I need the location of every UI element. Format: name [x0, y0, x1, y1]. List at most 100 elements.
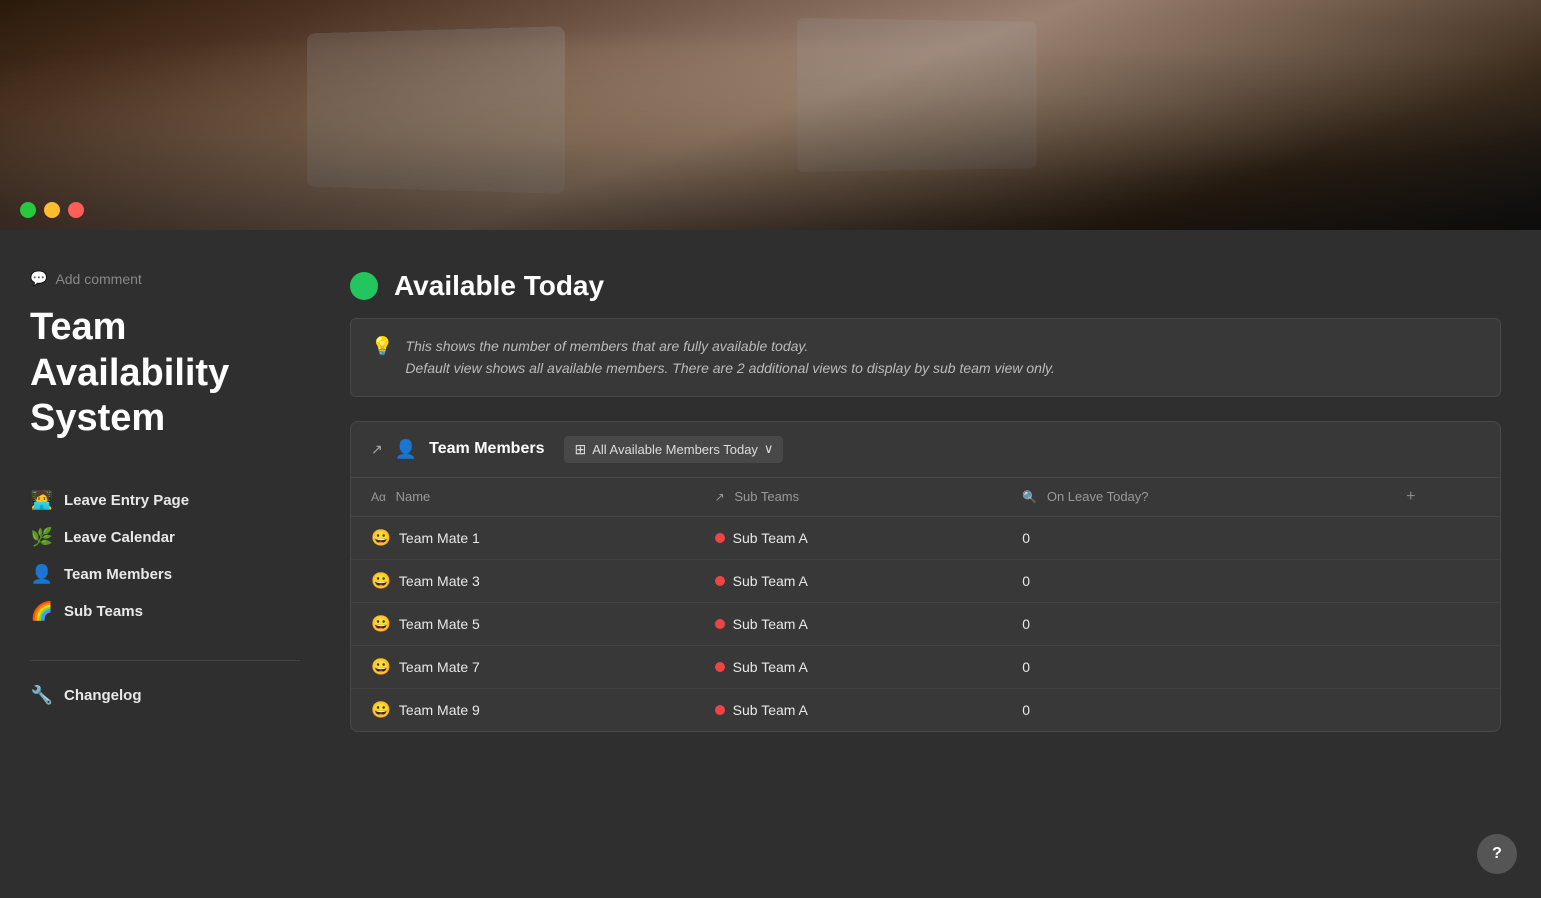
add-comment-label: Add comment [55, 271, 141, 287]
help-label: ? [1492, 845, 1502, 863]
header-image [0, 0, 1541, 230]
on-leave-value-tm9: 0 [1022, 702, 1030, 718]
table-row[interactable]: 😀 Team Mate 9 Sub Team A 0 [351, 688, 1500, 731]
sidebar-item-team-members-label: Team Members [64, 566, 172, 583]
name-emoji-tm7: 😀 [371, 657, 391, 677]
info-box: 💡 This shows the number of members that … [350, 318, 1501, 397]
sidebar-item-changelog[interactable]: 🔧 Changelog [30, 677, 300, 714]
chevron-down-icon: ∨ [764, 441, 774, 457]
main-content: Available Today 💡 This shows the number … [330, 230, 1541, 898]
comment-icon: 💬 [30, 270, 47, 287]
sidebar-item-leave-calendar[interactable]: 🌿 Leave Calendar [30, 519, 300, 556]
page-title: Team Availability System [30, 305, 300, 442]
cell-on-leave-tm3: 0 [1002, 559, 1386, 602]
cell-on-leave-tm5: 0 [1002, 602, 1386, 645]
sidebar-item-sub-teams-label: Sub Teams [64, 603, 143, 620]
subteam-text-tm5: Sub Team A [733, 616, 808, 632]
sidebar-item-team-members[interactable]: 👤 Team Members [30, 556, 300, 593]
subteam-text-tm3: Sub Team A [733, 573, 808, 589]
cell-extra-tm9 [1386, 688, 1500, 731]
sub-teams-icon: 🌈 [30, 601, 54, 622]
cell-name-tm9: 😀 Team Mate 9 [351, 688, 695, 731]
cell-subteam-tm1: Sub Team A [695, 516, 1003, 559]
traffic-light-yellow [44, 202, 60, 218]
nav-section-main: 🧑‍💻 Leave Entry Page 🌿 Leave Calendar 👤 … [30, 482, 300, 630]
col-icon-name: Aα [371, 490, 386, 504]
table-section-header: ↗ 👤 Team Members ⊞ All Available Members… [351, 422, 1500, 478]
table-header-row: Aα Name ↗ Sub Teams 🔍 On Leave Today? [351, 478, 1500, 517]
name-emoji-tm3: 😀 [371, 571, 391, 591]
changelog-icon: 🔧 [30, 685, 54, 706]
cell-extra-tm5 [1386, 602, 1500, 645]
col-icon-on-leave: 🔍 [1022, 490, 1037, 504]
subteam-dot-tm9 [715, 705, 725, 715]
cell-name-tm5: 😀 Team Mate 5 [351, 602, 695, 645]
info-line2: Default view shows all available members… [405, 360, 1055, 376]
cell-name-tm7: 😀 Team Mate 7 [351, 645, 695, 688]
view-selector-dropdown[interactable]: ⊞ All Available Members Today ∨ [564, 436, 783, 463]
table-view-icon: ⊞ [574, 441, 586, 458]
sidebar-item-changelog-label: Changelog [64, 687, 142, 704]
cell-on-leave-tm9: 0 [1002, 688, 1386, 731]
info-text: This shows the number of members that ar… [405, 335, 1055, 380]
col-label-on-leave: On Leave Today? [1047, 489, 1149, 504]
table-row[interactable]: 😀 Team Mate 1 Sub Team A 0 [351, 516, 1500, 559]
col-label-name: Name [396, 489, 431, 504]
name-text-tm1: Team Mate 1 [399, 530, 480, 546]
subteam-dot-tm3 [715, 576, 725, 586]
team-members-section-icon: 👤 [395, 439, 417, 460]
info-line1: This shows the number of members that ar… [405, 338, 808, 354]
name-emoji-tm9: 😀 [371, 700, 391, 720]
name-text-tm3: Team Mate 3 [399, 573, 480, 589]
cell-on-leave-tm7: 0 [1002, 645, 1386, 688]
name-text-tm9: Team Mate 9 [399, 702, 480, 718]
col-header-on-leave: 🔍 On Leave Today? [1002, 478, 1386, 517]
sidebar-item-leave-entry-label: Leave Entry Page [64, 492, 189, 509]
nav-divider [30, 660, 300, 661]
nav-section-secondary: 🔧 Changelog [30, 677, 300, 714]
cell-subteam-tm9: Sub Team A [695, 688, 1003, 731]
cell-subteam-tm5: Sub Team A [695, 602, 1003, 645]
main-wrapper: 💬 Add comment Team Availability System 🧑… [0, 230, 1541, 898]
sidebar-item-leave-calendar-label: Leave Calendar [64, 529, 175, 546]
cell-extra-tm3 [1386, 559, 1500, 602]
available-indicator-dot [350, 272, 378, 300]
add-comment-button[interactable]: 💬 Add comment [30, 270, 300, 287]
on-leave-value-tm3: 0 [1022, 573, 1030, 589]
name-emoji-tm5: 😀 [371, 614, 391, 634]
traffic-lights [20, 202, 84, 218]
table-row[interactable]: 😀 Team Mate 5 Sub Team A 0 [351, 602, 1500, 645]
col-label-sub-teams: Sub Teams [734, 489, 799, 504]
cell-extra-tm7 [1386, 645, 1500, 688]
subteam-dot-tm7 [715, 662, 725, 672]
sidebar-item-leave-entry[interactable]: 🧑‍💻 Leave Entry Page [30, 482, 300, 519]
team-members-nav-icon: 👤 [30, 564, 54, 585]
sidebar-item-sub-teams[interactable]: 🌈 Sub Teams [30, 593, 300, 630]
sidebar: 💬 Add comment Team Availability System 🧑… [0, 230, 330, 898]
expand-icon[interactable]: ↗ [371, 441, 383, 458]
cell-subteam-tm3: Sub Team A [695, 559, 1003, 602]
cell-name-tm1: 😀 Team Mate 1 [351, 516, 695, 559]
subteam-text-tm9: Sub Team A [733, 702, 808, 718]
cell-name-tm3: 😀 Team Mate 3 [351, 559, 695, 602]
cell-extra-tm1 [1386, 516, 1500, 559]
available-today-title: Available Today [394, 270, 604, 302]
col-header-add: + [1386, 478, 1500, 517]
table-row[interactable]: 😀 Team Mate 3 Sub Team A 0 [351, 559, 1500, 602]
leave-calendar-icon: 🌿 [30, 527, 54, 548]
col-header-sub-teams: ↗ Sub Teams [695, 478, 1003, 517]
leave-entry-icon: 🧑‍💻 [30, 490, 54, 511]
on-leave-value-tm7: 0 [1022, 659, 1030, 675]
subteam-dot-tm5 [715, 619, 725, 629]
subteam-text-tm1: Sub Team A [733, 530, 808, 546]
on-leave-value-tm5: 0 [1022, 616, 1030, 632]
add-column-button[interactable]: + [1406, 488, 1415, 505]
cell-on-leave-tm1: 0 [1002, 516, 1386, 559]
cell-subteam-tm7: Sub Team A [695, 645, 1003, 688]
col-icon-sub-teams: ↗ [715, 490, 725, 504]
table-row[interactable]: 😀 Team Mate 7 Sub Team A 0 [351, 645, 1500, 688]
subteam-dot-tm1 [715, 533, 725, 543]
help-button[interactable]: ? [1477, 834, 1517, 874]
team-members-table: Aα Name ↗ Sub Teams 🔍 On Leave Today? [351, 478, 1500, 731]
on-leave-value-tm1: 0 [1022, 530, 1030, 546]
